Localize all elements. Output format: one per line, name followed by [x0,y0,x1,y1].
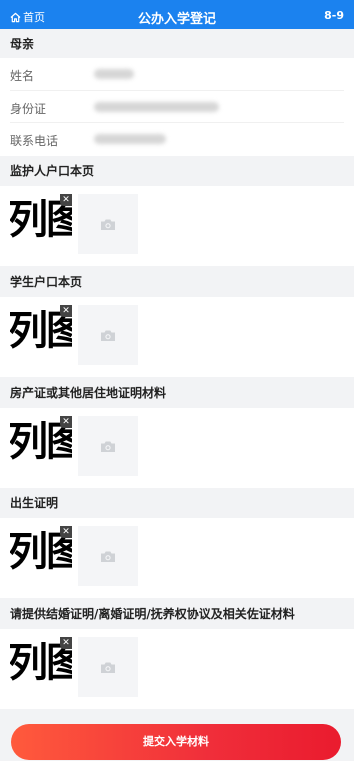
section-title-mother: 母亲 [0,29,354,59]
uploaded-image[interactable]: 列图 ✕ [10,637,72,699]
page-indicator: 8-9 [324,9,344,22]
add-photo-button[interactable] [78,305,138,365]
close-icon[interactable]: ✕ [60,637,72,649]
section-title-marriage-proof: 请提供结婚证明/离婚证明/抚养权协议及相关佐证材料 [0,599,354,629]
image-text: 列图 [10,528,72,575]
add-photo-button[interactable] [78,526,138,586]
page-title: 公办入学登记 [137,12,216,27]
field-value-blurred [94,101,219,112]
section-title-residence-proof: 房产证或其他居住地证明材料 [0,378,354,408]
upload-guardian-hukou: 列图 ✕ [0,186,354,266]
add-photo-button[interactable] [78,194,138,254]
field-id-card[interactable]: 身份证 [10,91,344,124]
field-phone[interactable]: 联系电话 [10,123,344,156]
uploaded-image[interactable]: 列图 ✕ [10,526,72,588]
field-name[interactable]: 姓名 [10,58,344,91]
upload-residence-proof: 列图 ✕ [0,408,354,488]
camera-icon [101,662,115,673]
upload-student-hukou: 列图 ✕ [0,297,354,377]
close-icon[interactable]: ✕ [60,526,72,538]
uploaded-image[interactable]: 列图 ✕ [10,194,72,256]
upload-marriage-proof: 列图 ✕ [0,629,354,709]
image-text: 列图 [10,639,72,686]
field-value-blurred [94,69,134,79]
close-icon[interactable]: ✕ [60,416,72,428]
section-title-student-hukou: 学生户口本页 [0,267,354,297]
mother-form: 姓名 身份证 联系电话 [0,58,354,156]
camera-icon [101,330,115,341]
submit-bar: 提交入学材料 [0,714,354,761]
image-text: 列图 [10,307,72,354]
field-label: 身份证 [10,101,47,116]
upload-birth-certificate: 列图 ✕ [0,518,354,598]
image-text: 列图 [10,196,72,243]
field-label: 姓名 [10,69,35,83]
camera-icon [101,441,115,452]
uploaded-image[interactable]: 列图 ✕ [10,416,72,478]
add-photo-button[interactable] [78,637,138,697]
section-title-birth-certificate: 出生证明 [0,488,354,518]
camera-icon [101,551,115,562]
camera-icon [101,219,115,230]
image-text: 列图 [10,418,72,465]
submit-button[interactable]: 提交入学材料 [11,724,341,760]
section-title-guardian-hukou: 监护人户口本页 [0,156,354,186]
field-value-blurred [94,134,166,145]
add-photo-button[interactable] [78,416,138,476]
field-label: 联系电话 [10,134,59,149]
close-icon[interactable]: ✕ [60,305,72,317]
close-icon[interactable]: ✕ [60,194,72,206]
uploaded-image[interactable]: 列图 ✕ [10,305,72,367]
